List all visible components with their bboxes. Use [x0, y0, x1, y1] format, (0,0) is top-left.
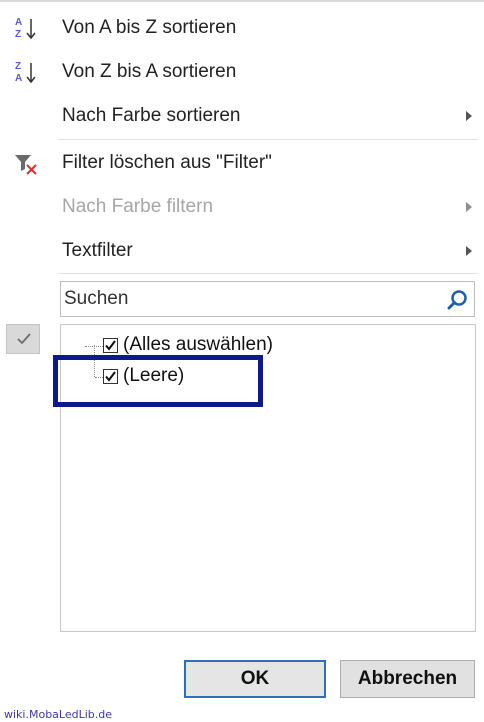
sort-az-label: Von A bis Z sortieren — [62, 17, 237, 38]
cancel-button[interactable]: Abbrechen — [340, 660, 475, 698]
sort-by-color-label: Nach Farbe sortieren — [62, 105, 241, 126]
checkmark-icon — [105, 340, 116, 351]
menu-item-sort-az[interactable]: A Z Von A bis Z sortieren — [0, 6, 484, 50]
svg-text:Z: Z — [15, 61, 21, 72]
menu-item-sort-za[interactable]: Z A Von Z bis A sortieren — [0, 50, 484, 94]
svg-text:A: A — [15, 73, 22, 84]
selection-indicator — [6, 324, 40, 354]
sort-za-label: Von Z bis A sortieren — [62, 61, 237, 82]
select-all-label: (Alles auswählen) — [123, 334, 273, 355]
sort-descending-icon: Z A — [15, 61, 36, 84]
select-all-checkbox[interactable] — [103, 338, 118, 353]
check-icon — [17, 333, 31, 345]
search-box — [60, 281, 475, 317]
svg-text:A: A — [15, 17, 22, 28]
sort-ascending-icon: A Z — [15, 17, 36, 40]
menu-item-clear-filter[interactable]: Filter löschen aus "Filter" — [0, 141, 484, 185]
submenu-arrow-icon — [466, 246, 472, 256]
submenu-arrow-icon — [466, 111, 472, 121]
clear-filter-label: Filter löschen aus "Filter" — [62, 152, 272, 173]
clear-filter-icon — [15, 155, 37, 175]
highlight-annotation — [53, 355, 263, 407]
filter-by-color-label: Nach Farbe filtern — [62, 196, 214, 217]
menu-item-text-filter[interactable]: Textfilter — [0, 229, 484, 273]
top-border — [0, 0, 484, 2]
text-filter-label: Textfilter — [62, 240, 133, 261]
search-icon[interactable] — [446, 288, 470, 312]
menu-item-sort-by-color[interactable]: Nach Farbe sortieren — [0, 94, 484, 138]
ok-button[interactable]: OK — [184, 660, 326, 698]
svg-text:Z: Z — [15, 29, 21, 40]
watermark: wiki.MobaLedLib.de — [4, 708, 113, 721]
menu-separator — [58, 139, 478, 140]
menu-separator — [58, 273, 478, 274]
search-input[interactable] — [61, 282, 434, 316]
submenu-arrow-icon — [466, 202, 472, 212]
menu-item-filter-by-color: Nach Farbe filtern — [0, 185, 484, 229]
